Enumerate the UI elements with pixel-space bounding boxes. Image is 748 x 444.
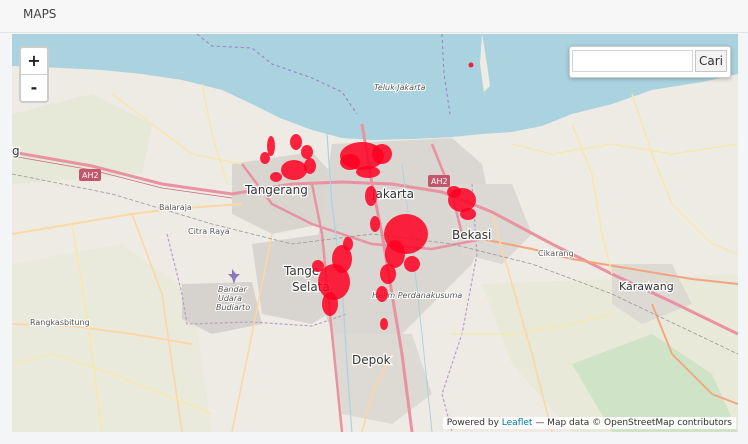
city-label-citra-raya: Citra Raya [188, 227, 230, 236]
edge-city-label: g [12, 144, 20, 158]
airport-label-2: Udara [218, 294, 242, 303]
city-label-rangkasbitung: Rangkasbitung [30, 318, 90, 327]
city-label-karawang: Karawang [619, 280, 674, 293]
city-label-jakarta: Jakarta [371, 187, 414, 201]
panel-title: MAPS [23, 7, 57, 21]
zoom-control: + - [19, 46, 49, 103]
search-button[interactable]: Cari [695, 50, 727, 72]
road-shield-ah2-west: AH2 [82, 171, 99, 180]
airport-label-3: Budiarto [216, 303, 250, 312]
city-label-cikarang: Cikarang [538, 249, 574, 258]
zoom-out-button[interactable]: - [21, 74, 47, 101]
map-view[interactable]: AH2 AH2 Teluk Jakarta Tangerang Jakarta … [12, 34, 738, 432]
search-input[interactable] [572, 50, 693, 72]
marker-isolated [468, 62, 474, 68]
map-attribution: Powered by Leaflet — Map data © OpenStre… [442, 417, 736, 429]
leaflet-link[interactable]: Leaflet [502, 418, 533, 428]
city-label-bekasi: Bekasi [452, 228, 491, 242]
panel-header: MAPS [0, 0, 748, 33]
road-shield-ah2-east: AH2 [431, 177, 448, 186]
search-control: Cari [569, 46, 731, 78]
airport-label-1: Bandar [218, 285, 247, 294]
bay-label: Teluk Jakarta [374, 83, 426, 92]
city-label-balaraja: Balaraja [159, 203, 192, 212]
attribution-suffix: — Map data © OpenStreetMap contributors [535, 418, 732, 428]
map-tiles[interactable]: AH2 AH2 Teluk Jakarta Tangerang Jakarta … [12, 34, 738, 432]
maps-panel: MAPS AH2 AH2 Teluk Jakarta Tangerang Jak… [0, 0, 748, 444]
city-label-depok: Depok [352, 353, 391, 367]
zoom-in-button[interactable]: + [21, 48, 47, 74]
attribution-prefix: Powered by [446, 418, 499, 428]
city-label-tangerang: Tangerang [244, 183, 308, 197]
